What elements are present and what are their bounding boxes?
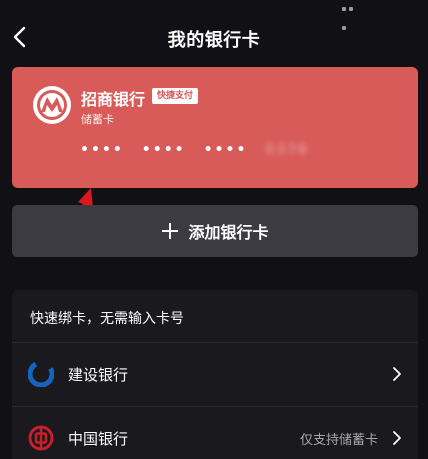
bank-cards-page: 我的银行卡 招商银行 快捷支付 储蓄卡 •••• •••• •••• 0376 … xyxy=(0,0,428,459)
plus-icon xyxy=(162,223,179,239)
card-mask-group-2: •••• xyxy=(141,142,186,158)
quick-pay-badge: 快捷支付 xyxy=(152,88,199,104)
card-type-label: 储蓄卡 xyxy=(81,113,114,126)
bank-row-name: 中国银行 xyxy=(68,430,129,448)
quick-bind-title: 快速绑卡，无需输入卡号 xyxy=(30,311,184,327)
card-bank-name: 招商银行 xyxy=(81,90,146,109)
add-bank-card-label: 添加银行卡 xyxy=(188,223,269,242)
card-last-digits-blurred: 0376 xyxy=(265,142,310,158)
chevron-right-icon xyxy=(393,431,401,445)
bank-card-cmb[interactable]: 招商银行 快捷支付 储蓄卡 •••• •••• •••• 0376 xyxy=(12,67,418,188)
bank-row-name: 建设银行 xyxy=(68,366,129,384)
card-mask-group-3: •••• xyxy=(203,142,248,158)
ccb-logo-icon xyxy=(28,361,54,387)
bank-row-boc[interactable]: 中国银行 仅支持储蓄卡 xyxy=(12,407,418,459)
page-title: 我的银行卡 xyxy=(167,30,261,51)
chevron-right-icon xyxy=(393,367,401,381)
bank-row-note: 仅支持储蓄卡 xyxy=(299,433,378,448)
status-bar-fragment xyxy=(342,0,362,30)
card-mask-group-1: •••• xyxy=(80,142,124,158)
add-bank-card-button[interactable]: 添加银行卡 xyxy=(12,205,418,257)
masked-card-number: •••• •••• •••• 0376 xyxy=(80,141,309,159)
cmb-logo-icon xyxy=(33,86,71,124)
header-bar: 我的银行卡 xyxy=(0,18,428,58)
boc-logo-icon xyxy=(28,425,54,451)
bank-row-ccb[interactable]: 建设银行 xyxy=(12,343,418,405)
quick-bind-panel: 快速绑卡，无需输入卡号 建设银行 中国银行 仅支持储蓄卡 xyxy=(12,290,418,459)
